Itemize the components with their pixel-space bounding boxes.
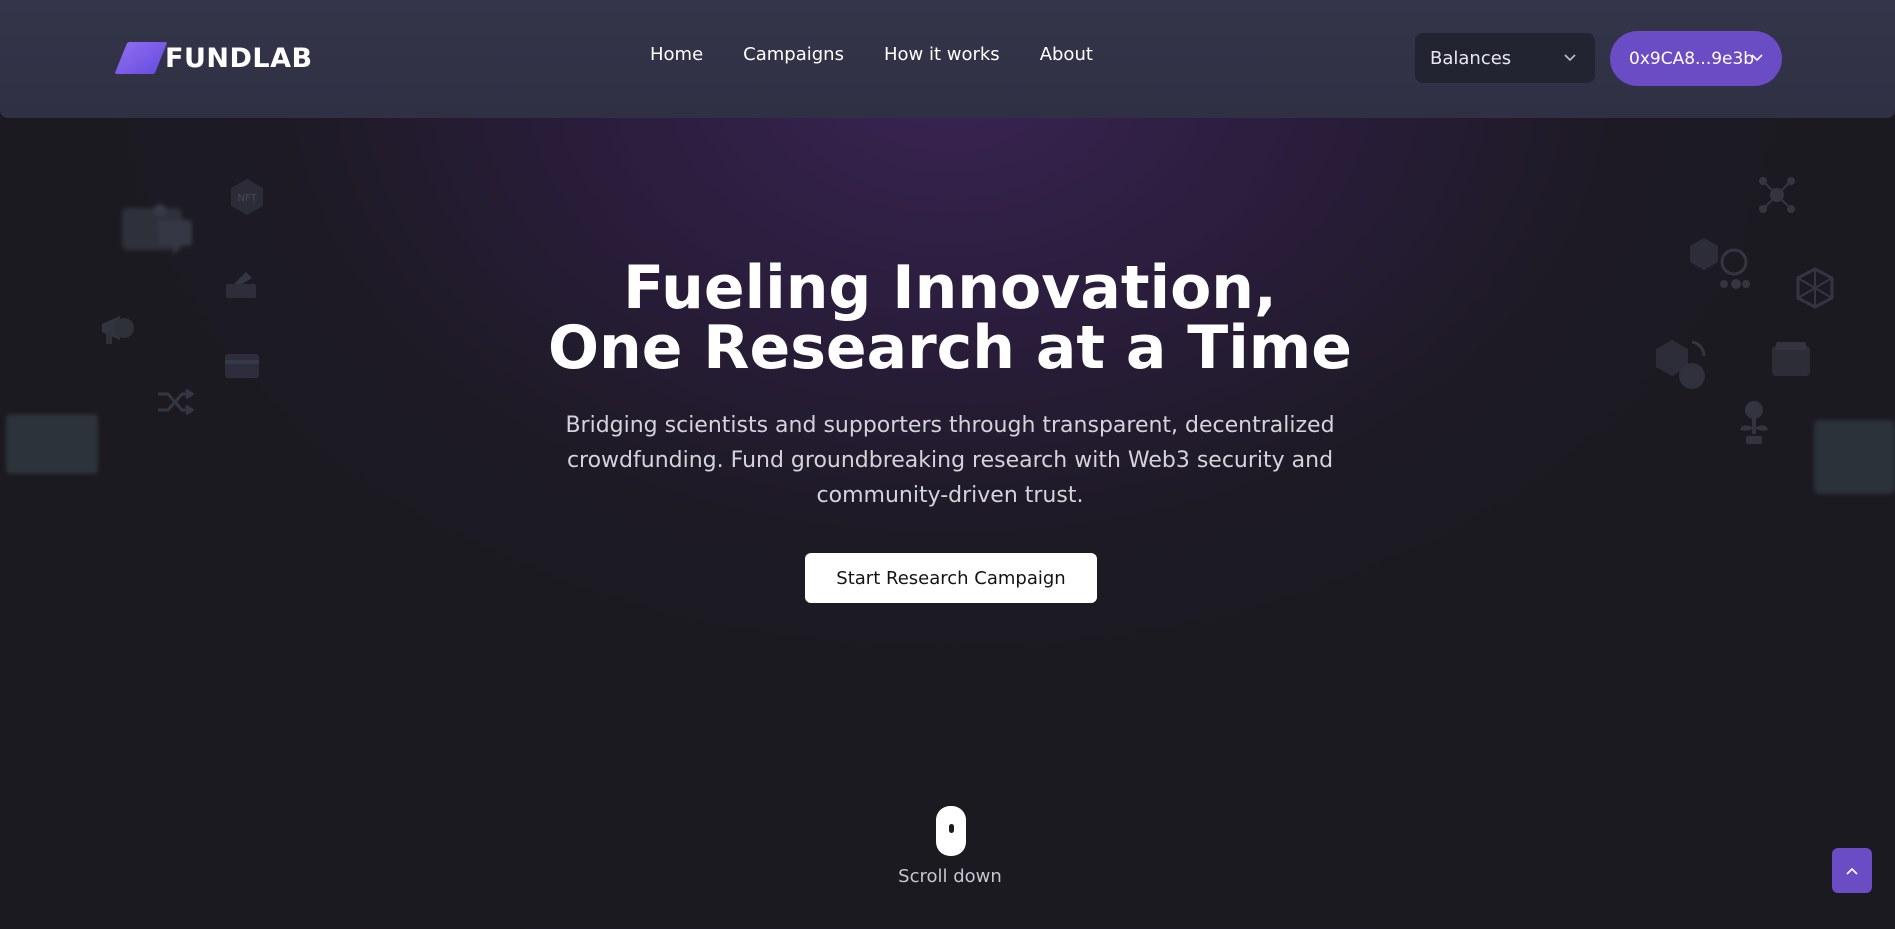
blurred-panel-right [1814, 420, 1895, 494]
chevron-up-icon [1846, 867, 1858, 875]
wallet-address: 0x9CA8...9e3b [1629, 48, 1755, 69]
chevron-down-icon [1564, 54, 1576, 62]
brand-name: FUNDLAB [165, 42, 313, 74]
hero-title-line1: Fueling Innovation, [623, 253, 1277, 323]
blurred-panel-left [6, 414, 98, 474]
shuffle-icon [158, 388, 195, 416]
wallet-button[interactable]: 0x9CA8...9e3b [1610, 31, 1782, 86]
hero-title: Fueling Innovation, One Research at a Ti… [0, 258, 1895, 378]
logo-mark-icon [114, 42, 168, 74]
scroll-wheel-dot [949, 824, 954, 833]
chevron-down-icon [1751, 54, 1763, 62]
nav-home[interactable]: Home [650, 44, 703, 65]
scroll-down-label: Scroll down [898, 866, 1002, 887]
start-research-campaign-button[interactable]: Start Research Campaign [805, 553, 1097, 603]
nav-about[interactable]: About [1040, 44, 1093, 65]
hero-title-line2: One Research at a Time [548, 313, 1352, 383]
nft-badge-icon: NFT [231, 179, 263, 215]
network-node-icon [1759, 177, 1795, 213]
brand-logo[interactable]: FUNDLAB [114, 40, 313, 76]
plant-coin-icon [1740, 401, 1768, 444]
nav-how-it-works[interactable]: How it works [884, 44, 1000, 65]
balances-dropdown[interactable]: Balances [1415, 33, 1595, 83]
nav-campaigns[interactable]: Campaigns [743, 44, 844, 65]
svg-text:NFT: NFT [237, 193, 257, 204]
balances-label: Balances [1430, 47, 1512, 69]
top-navbar: FUNDLAB Home Campaigns How it works Abou… [0, 0, 1895, 118]
scroll-mouse-icon[interactable] [936, 806, 966, 856]
hero-subtitle: Bridging scientists and supporters throu… [565, 413, 1335, 508]
chat-window-icon [122, 204, 192, 256]
main-nav: Home Campaigns How it works About [650, 44, 1133, 65]
back-to-top-button[interactable] [1832, 848, 1872, 893]
